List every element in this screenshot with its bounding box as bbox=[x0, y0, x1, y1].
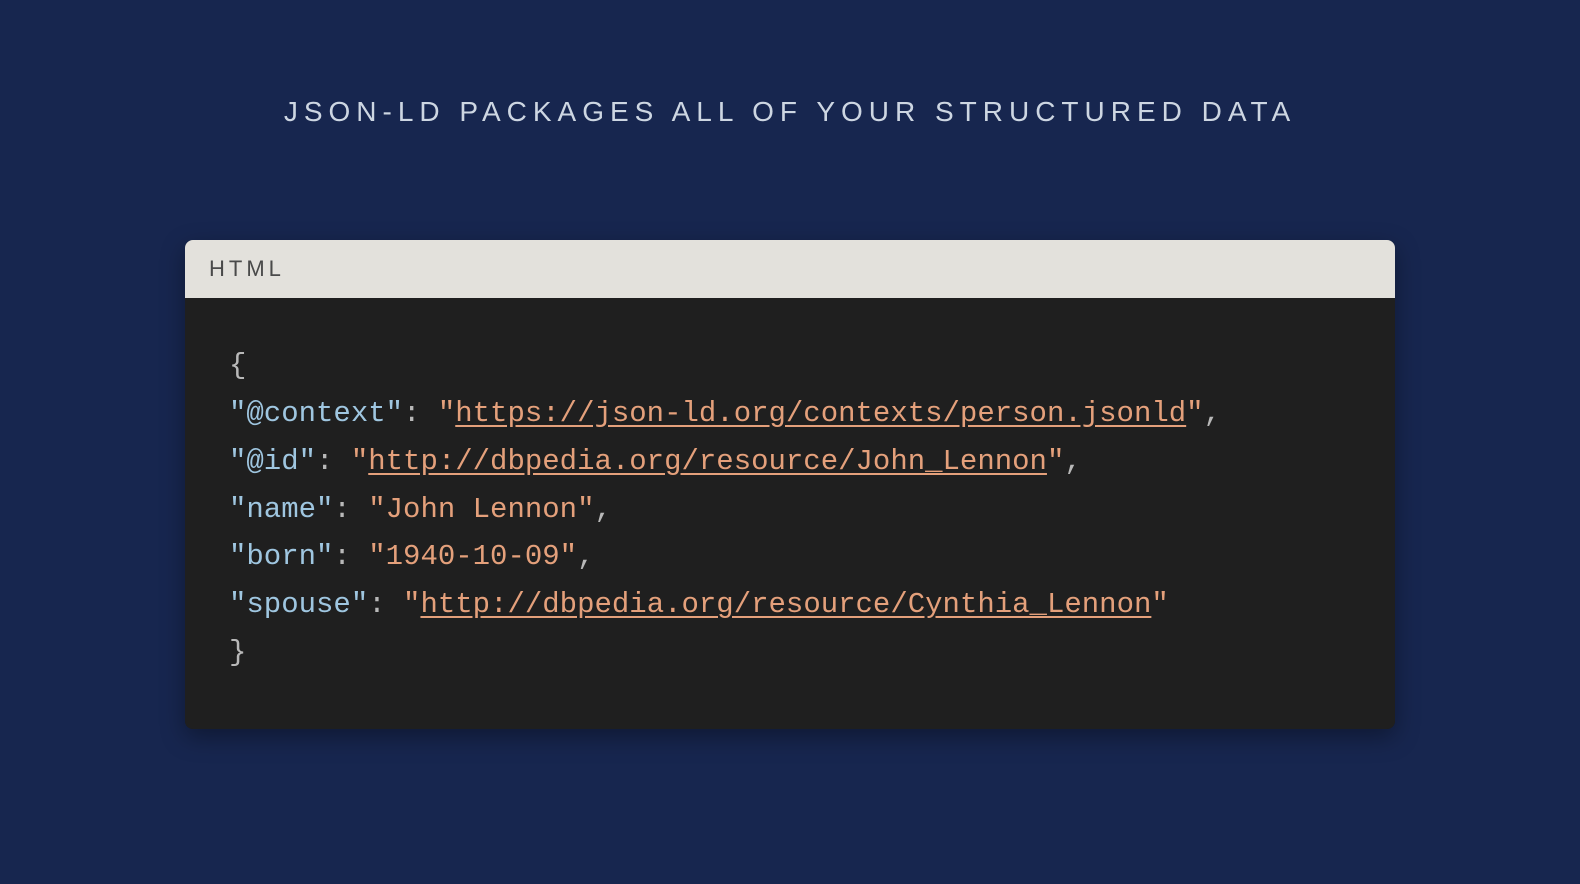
colon: : bbox=[333, 540, 368, 573]
json-key: "born" bbox=[229, 540, 333, 573]
json-key: "@id" bbox=[229, 445, 316, 478]
colon: : bbox=[403, 397, 438, 430]
json-key: "@context" bbox=[229, 397, 403, 430]
code-block-header: HTML bbox=[185, 240, 1395, 298]
brace-open: { bbox=[229, 349, 246, 382]
slide-page: JSON-LD PACKAGES ALL OF YOUR STRUCTURED … bbox=[0, 0, 1580, 884]
json-value: 1940-10-09 bbox=[386, 540, 560, 573]
json-value: John Lennon bbox=[386, 493, 577, 526]
quote-right: " bbox=[1047, 445, 1064, 478]
quote-right: " bbox=[1186, 397, 1203, 430]
code-language-label: HTML bbox=[209, 256, 285, 281]
colon: : bbox=[333, 493, 368, 526]
comma: , bbox=[1064, 445, 1081, 478]
quote-left: " bbox=[438, 397, 455, 430]
quote-right: " bbox=[577, 493, 594, 526]
code-block-body: { "@context": "https://json-ld.org/conte… bbox=[185, 298, 1395, 729]
quote-right: " bbox=[560, 540, 577, 573]
comma: , bbox=[1204, 397, 1221, 430]
json-key: "name" bbox=[229, 493, 333, 526]
colon: : bbox=[368, 588, 403, 621]
quote-right: " bbox=[1151, 588, 1168, 621]
quote-left: " bbox=[368, 493, 385, 526]
code-block: HTML { "@context": "https://json-ld.org/… bbox=[185, 240, 1395, 729]
brace-close: } bbox=[229, 636, 246, 669]
code-line-kv: "@context": "https://json-ld.org/context… bbox=[229, 390, 1351, 438]
json-value-url: https://json-ld.org/contexts/person.json… bbox=[455, 397, 1186, 430]
code-line-kv: "spouse": "http://dbpedia.org/resource/C… bbox=[229, 581, 1351, 629]
quote-left: " bbox=[403, 588, 420, 621]
code-line-close: } bbox=[229, 629, 1351, 677]
json-value-url: http://dbpedia.org/resource/John_Lennon bbox=[368, 445, 1047, 478]
comma: , bbox=[577, 540, 594, 573]
json-key: "spouse" bbox=[229, 588, 368, 621]
quote-left: " bbox=[351, 445, 368, 478]
code-line-kv: "born": "1940-10-09", bbox=[229, 533, 1351, 581]
colon: : bbox=[316, 445, 351, 478]
comma: , bbox=[594, 493, 611, 526]
json-value-url: http://dbpedia.org/resource/Cynthia_Lenn… bbox=[420, 588, 1151, 621]
quote-left: " bbox=[368, 540, 385, 573]
slide-title: JSON-LD PACKAGES ALL OF YOUR STRUCTURED … bbox=[284, 96, 1296, 128]
code-line-kv: "name": "John Lennon", bbox=[229, 486, 1351, 534]
code-line-open: { bbox=[229, 342, 1351, 390]
code-line-kv: "@id": "http://dbpedia.org/resource/John… bbox=[229, 438, 1351, 486]
